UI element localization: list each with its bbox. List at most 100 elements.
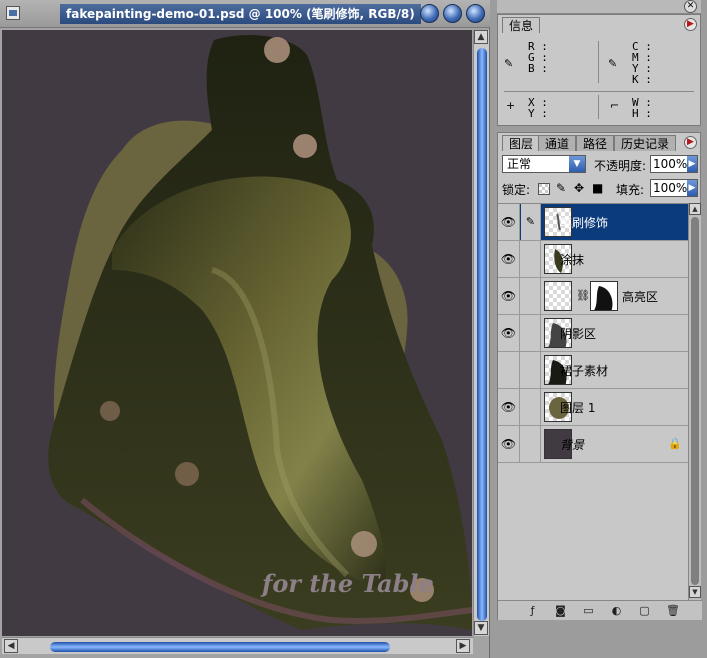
layer-name: 涂抹 (560, 253, 585, 267)
layers-scrollbar[interactable]: ▲ ▼ (688, 203, 701, 600)
document-titlebar[interactable]: fakepainting-demo-01.psd @ 100% (笔刷修饰, R… (0, 0, 490, 28)
opacity-value: 100% (653, 157, 688, 171)
layer-name: 阴影区 (560, 327, 597, 341)
blend-mode-select[interactable]: 正常 ▼ (502, 155, 586, 173)
tab-history[interactable]: 历史记录 (614, 135, 677, 151)
eye-icon[interactable]: 👁 (498, 278, 520, 314)
chain-link-icon[interactable]: ⛓ (576, 289, 590, 302)
info-menu-icon[interactable]: ▶ (684, 18, 697, 31)
scroll-up-button[interactable]: ▲ (689, 203, 701, 215)
tab-layers[interactable]: 图层 (502, 135, 541, 151)
layer-row[interactable]: 👁 ✎ 笔刷修饰 (498, 204, 688, 241)
layers-menu-icon[interactable]: ▶ (684, 136, 697, 149)
brush-icon[interactable]: ✎ (521, 204, 541, 240)
trash-icon[interactable]: 🗑 (666, 604, 680, 617)
layer-name: 背景 (560, 438, 585, 452)
scroll-up-button[interactable]: ▲ (474, 30, 488, 44)
scroll-right-button[interactable]: ▶ (456, 639, 470, 653)
tab-channels[interactable]: 通道 (538, 135, 577, 151)
scroll-left-button[interactable]: ◀ (4, 639, 18, 653)
eye-icon[interactable]: 👁 (498, 426, 520, 462)
palette-close-icon[interactable]: ✕ (684, 0, 697, 13)
lock-move-icon[interactable]: ✥ (574, 181, 584, 195)
link-slot[interactable] (521, 389, 541, 425)
close-button[interactable] (466, 4, 485, 23)
palette-dock: ✕ 信息 ▶ ✎ R : G : B : ✎ C : M : Y : K : +… (491, 0, 707, 658)
blend-row: 正常 ▼ 不透明度: 100% ▶ (498, 155, 702, 177)
layers-panel: 图层 通道 路径 历史记录 ▶ 正常 ▼ 不透明度: 100% ▶ 锁定: ✎ … (497, 132, 702, 620)
document-title: fakepainting-demo-01.psd @ 100% (笔刷修饰, R… (60, 4, 421, 24)
maximize-button[interactable] (443, 4, 462, 23)
layer-row[interactable]: 👁 ⛓ 高亮区 (498, 278, 688, 315)
eyedropper-icon: ✎ (504, 57, 514, 70)
document-icon[interactable] (6, 6, 20, 20)
canvas-caption: for the Table (260, 569, 434, 598)
horizontal-scrollbar[interactable]: ◀ ▶ (2, 637, 473, 654)
layer-row[interactable]: 👁 图层 1 (498, 389, 688, 426)
layers-list: 👁 ✎ 笔刷修饰 👁 涂抹 👁 ⛓ 高亮区 👁 阴影区 裙子素材 👁 图层 1 … (498, 203, 688, 600)
document-window: fakepainting-demo-01.psd @ 100% (笔刷修饰, R… (0, 0, 490, 658)
image-canvas[interactable]: for the Table (2, 30, 472, 636)
layers-toolbar: ƒ ◙ ▭ ◐ ▢ 🗑 (498, 600, 702, 620)
layer-row[interactable]: 👁 阴影区 (498, 315, 688, 352)
minimize-button[interactable] (420, 4, 439, 23)
vertical-scrollbar[interactable]: ▲ ▼ (473, 30, 489, 636)
layer-row[interactable]: 裙子素材 (498, 352, 688, 389)
eye-icon[interactable]: 👁 (498, 204, 520, 240)
lock-label: 锁定: (502, 183, 531, 197)
fill-arrow-icon[interactable]: ▶ (687, 180, 697, 196)
fill-label: 填充: (616, 183, 645, 197)
eye-hidden-slot[interactable] (498, 352, 520, 388)
layer-name: 裙子素材 (560, 364, 609, 378)
eye-icon[interactable]: 👁 (498, 389, 520, 425)
selection-size-icon: ⌐ (610, 99, 620, 112)
xy-readout: X : Y : (528, 96, 548, 120)
rgb-readout: R : G : B : (528, 40, 548, 75)
link-slot[interactable] (521, 352, 541, 388)
scroll-down-button[interactable]: ▼ (474, 621, 488, 635)
lock-paint-icon[interactable]: ✎ (556, 181, 566, 195)
layer-thumbnail (544, 281, 572, 311)
blend-mode-value: 正常 (507, 157, 532, 171)
eye-icon[interactable]: 👁 (498, 315, 520, 351)
layer-row[interactable]: 👁 背景 🔒 (498, 426, 688, 463)
link-slot[interactable] (521, 278, 541, 314)
vertical-scroll-thumb[interactable] (477, 48, 487, 621)
opacity-label: 不透明度: (594, 159, 647, 173)
lock-icon: 🔒 (668, 437, 682, 450)
eye-icon[interactable]: 👁 (498, 241, 520, 277)
cmyk-readout: C : M : Y : K : (632, 40, 652, 86)
layer-row[interactable]: 👁 涂抹 (498, 241, 688, 278)
add-mask-icon[interactable]: ◙ (554, 604, 567, 617)
opacity-arrow-icon[interactable]: ▶ (687, 156, 697, 172)
tab-paths[interactable]: 路径 (576, 135, 615, 151)
info-panel: 信息 ▶ ✎ R : G : B : ✎ C : M : Y : K : + X… (497, 14, 701, 126)
chevron-down-icon[interactable]: ▼ (569, 156, 585, 172)
new-group-icon[interactable]: ▭ (582, 604, 595, 617)
new-layer-icon[interactable]: ▢ (638, 604, 651, 617)
embroidery-motif (264, 37, 290, 63)
gown-painting: for the Table (2, 30, 472, 636)
layer-name: 笔刷修饰 (560, 216, 609, 230)
adjustment-layer-icon[interactable]: ◐ (610, 604, 623, 617)
eyedropper-icon: ✎ (608, 57, 618, 70)
lock-all-icon[interactable]: ■ (592, 181, 603, 195)
layer-name: 高亮区 (622, 290, 659, 304)
layer-mask-thumbnail[interactable] (590, 281, 618, 311)
wh-readout: W : H : (632, 96, 652, 120)
crosshair-icon: + (506, 99, 516, 112)
opacity-field[interactable]: 100% ▶ (650, 155, 698, 173)
fill-field[interactable]: 100% ▶ (650, 179, 698, 197)
lock-transparency-icon[interactable] (538, 183, 550, 195)
link-slot[interactable] (521, 315, 541, 351)
layer-style-icon[interactable]: ƒ (526, 604, 539, 617)
link-slot[interactable] (521, 426, 541, 462)
palette-titlebar[interactable]: ✕ (497, 0, 701, 14)
scroll-down-button[interactable]: ▼ (689, 586, 701, 598)
lock-row: 锁定: ✎ ✥ ■ 填充: 100% ▶ (498, 179, 702, 201)
fill-value: 100% (653, 181, 688, 195)
layers-scroll-thumb[interactable] (691, 217, 699, 585)
tab-info[interactable]: 信息 (502, 17, 541, 33)
horizontal-scroll-thumb[interactable] (50, 642, 390, 652)
link-slot[interactable] (521, 241, 541, 277)
